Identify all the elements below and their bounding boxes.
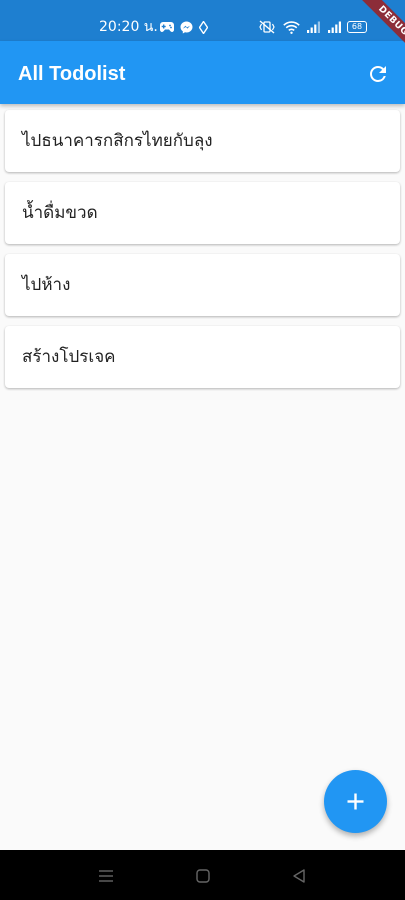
mute-vibrate-icon bbox=[259, 20, 275, 34]
back-button[interactable] bbox=[290, 867, 308, 885]
status-bar: 20:20 น. 68 bbox=[0, 0, 405, 41]
app-bar: All Todolist bbox=[0, 41, 405, 104]
status-notification-icons bbox=[160, 18, 208, 36]
location-icon bbox=[199, 20, 208, 34]
todo-item[interactable]: ไปห้าง bbox=[5, 254, 400, 316]
todo-item[interactable]: น้ำดื่มขวด bbox=[5, 182, 400, 244]
battery-indicator: 68 bbox=[347, 21, 367, 33]
todo-item-label: ไปห้าง bbox=[22, 275, 71, 295]
wifi-icon bbox=[283, 20, 300, 34]
back-icon bbox=[293, 869, 305, 883]
status-system-icons bbox=[258, 18, 342, 36]
gamepad-icon bbox=[160, 22, 174, 32]
refresh-icon bbox=[370, 66, 386, 82]
todo-item-label: ไปธนาคารกสิกรไทยกับลุง bbox=[22, 131, 213, 151]
status-time: 20:20 น. bbox=[99, 19, 158, 35]
refresh-button[interactable] bbox=[366, 62, 390, 86]
todo-item-label: สร้างโปรเจค bbox=[22, 347, 116, 367]
signal-icon bbox=[307, 21, 320, 33]
page-title: All Todolist bbox=[18, 63, 126, 85]
system-nav-bar bbox=[0, 850, 405, 900]
todo-item-label: น้ำดื่มขวด bbox=[22, 203, 98, 223]
todo-item[interactable]: ไปธนาคารกสิกรไทยกับลุง bbox=[5, 110, 400, 172]
menu-icon bbox=[99, 870, 113, 882]
messenger-icon bbox=[180, 21, 193, 33]
home-icon bbox=[196, 869, 210, 883]
add-icon bbox=[347, 793, 364, 810]
add-todo-button[interactable] bbox=[324, 770, 387, 833]
recent-apps-button[interactable] bbox=[97, 867, 115, 885]
todo-item[interactable]: สร้างโปรเจค bbox=[5, 326, 400, 388]
signal-icon bbox=[328, 21, 341, 33]
home-button[interactable] bbox=[194, 867, 212, 885]
